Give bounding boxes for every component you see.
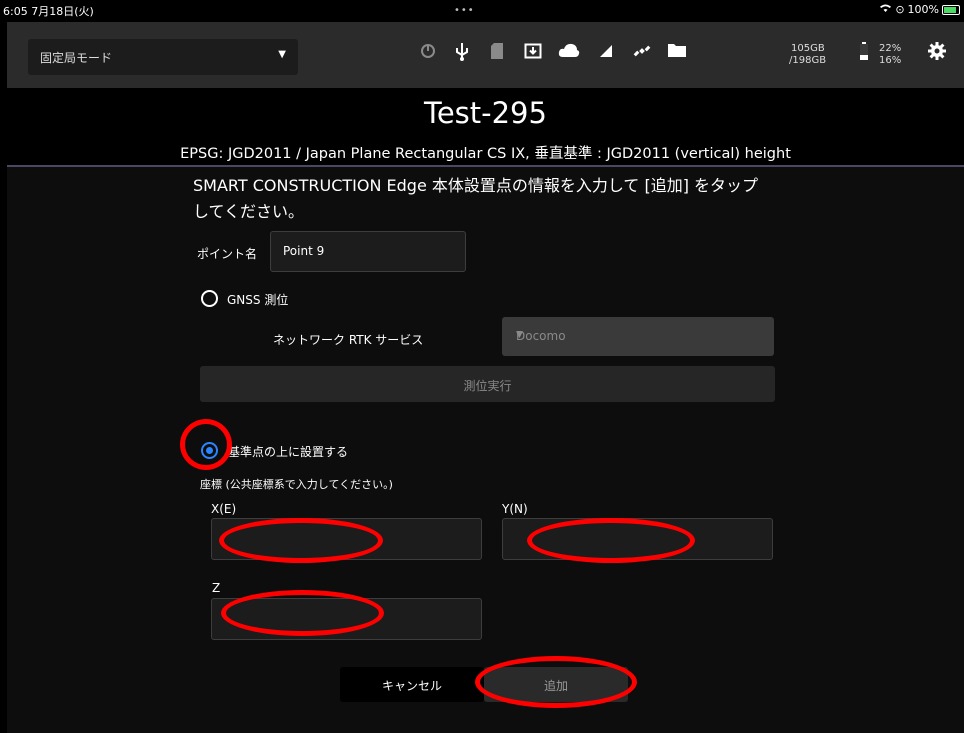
x-label: X(E) — [211, 502, 237, 516]
orientation-lock-icon: ⊙ — [895, 3, 905, 16]
add-button-label: 追加 — [543, 679, 568, 693]
instruction-line-2: してください。 — [193, 202, 305, 221]
battery-charging-icon — [942, 4, 960, 15]
sd-card-icon[interactable] — [486, 42, 508, 65]
project-header: Test-295 EPSG: JGD2011 / Japan Plane Rec… — [7, 88, 964, 167]
gnss-radio[interactable] — [201, 290, 218, 307]
satellite-icon[interactable] — [631, 42, 653, 65]
network-rtk-label: ネットワーク RTK サービス — [273, 333, 424, 347]
ios-status-bar: 6:05 7月18日(火) ••• ⊙ 100% — [0, 0, 964, 22]
cancel-button[interactable]: キャンセル — [340, 667, 484, 702]
coordinate-label: 座標 (公共座標系で入力してください。) — [200, 478, 393, 491]
app-window: 固定局モード ▼ 105GB /198GB 22% 16% Test-295 E… — [7, 22, 964, 733]
reference-point-label: 基準点の上に設置する — [228, 445, 349, 459]
form-panel: SMART CONSTRUCTION Edge 本体設置点の情報を入力して [追… — [7, 167, 964, 733]
refresh-warning-icon[interactable] — [417, 42, 439, 65]
battery-percent-2: 16% — [879, 55, 902, 66]
y-label: Y(N) — [502, 502, 528, 516]
add-button[interactable]: 追加 — [484, 667, 628, 702]
instruction-line-1: SMART CONSTRUCTION Edge 本体設置点の情報を入力して [追… — [193, 176, 759, 195]
crs-subtitle: EPSG: JGD2011 / Japan Plane Rectangular … — [180, 146, 791, 162]
folder-icon[interactable] — [666, 42, 688, 63]
status-time-date: 6:05 7月18日(火) — [3, 5, 94, 18]
storage-used: 105GB — [791, 43, 825, 54]
chevron-down-icon: ▼ — [278, 49, 286, 60]
network-rtk-select[interactable]: Docomo ▼ — [502, 317, 774, 356]
z-label: Z — [212, 581, 221, 595]
battery-percent-1: 22% — [879, 43, 902, 54]
cloud-icon[interactable] — [558, 42, 580, 63]
battery-icon — [853, 42, 875, 65]
measure-button-label: 測位実行 — [463, 379, 512, 393]
cancel-button-label: キャンセル — [381, 679, 442, 693]
status-right-group: ⊙ 100% — [879, 3, 960, 16]
mode-select-label: 固定局モード — [40, 51, 113, 65]
gnss-label: GNSS 測位 — [227, 293, 289, 307]
x-input[interactable] — [211, 518, 482, 560]
point-name-value: Point 9 — [283, 244, 325, 258]
top-toolbar: 固定局モード ▼ 105GB /198GB 22% 16% — [7, 22, 964, 88]
reference-point-radio[interactable] — [201, 442, 218, 459]
z-input[interactable] — [211, 598, 482, 640]
wifi-icon — [879, 3, 892, 16]
usb-icon[interactable] — [451, 42, 473, 67]
storage-total: /198GB — [789, 55, 827, 66]
point-name-input[interactable]: Point 9 — [270, 231, 466, 272]
point-name-label: ポイント名 — [197, 247, 258, 261]
project-title: Test-295 — [424, 96, 547, 130]
multitasking-dots[interactable]: ••• — [454, 5, 475, 16]
battery-percent: 100% — [907, 3, 939, 16]
mode-select[interactable]: 固定局モード ▼ — [28, 39, 298, 75]
instruction-text: SMART CONSTRUCTION Edge 本体設置点の情報を入力して [追… — [193, 173, 793, 225]
download-box-icon[interactable] — [522, 42, 544, 65]
y-input[interactable] — [502, 518, 773, 560]
measure-button[interactable]: 測位実行 — [200, 366, 775, 402]
gear-icon[interactable] — [926, 42, 948, 65]
chevron-down-icon: ▼ — [516, 330, 523, 340]
signal-icon[interactable] — [595, 42, 617, 63]
